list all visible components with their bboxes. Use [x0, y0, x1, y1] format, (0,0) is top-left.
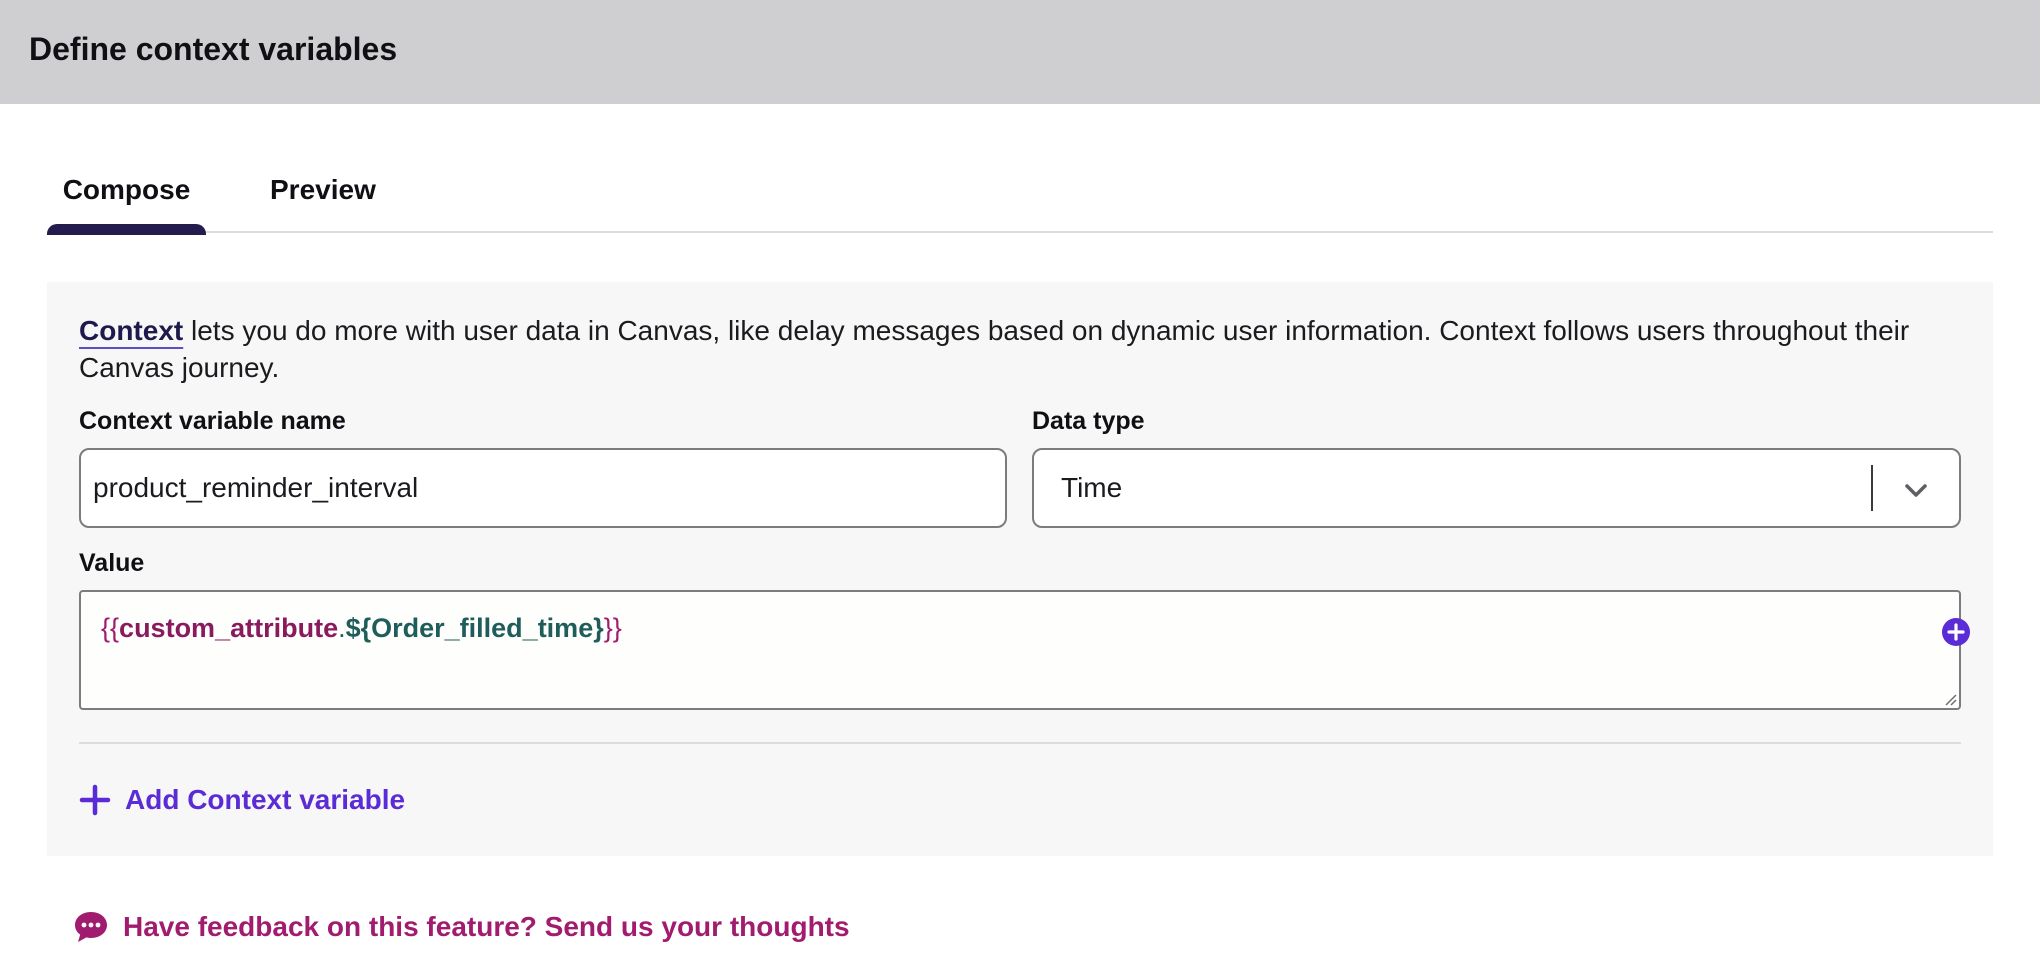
intro-body: lets you do more with user data in Canva…: [79, 315, 1910, 383]
value-code: {{custom_attribute.${Order_filled_time}}…: [101, 613, 622, 644]
feedback-link[interactable]: Have feedback on this feature? Send us y…: [73, 907, 850, 947]
tab-compose[interactable]: Compose: [47, 174, 206, 235]
chat-bubble-icon: [75, 912, 107, 942]
liquid-dot: .: [338, 613, 346, 643]
compose-panel: Context lets you do more with user data …: [47, 282, 1993, 856]
add-context-variable-label: Add Context variable: [125, 784, 406, 815]
page-header: Define context variables: [0, 0, 2040, 104]
resize-grip-icon[interactable]: [1941, 690, 1957, 706]
liquid-variable: ${Order_filled_time}: [345, 613, 604, 643]
liquid-close-braces: }}: [603, 613, 622, 643]
data-type-value: Time: [1061, 472, 1123, 503]
tab-bar: Compose Preview: [47, 160, 1993, 235]
add-context-variable-button[interactable]: Add Context variable: [79, 778, 405, 822]
data-type-label: Data type: [1032, 407, 1145, 435]
plus-circle-icon[interactable]: [1941, 617, 1971, 647]
value-textarea[interactable]: {{custom_attribute.${Order_filled_time}}…: [79, 590, 1970, 710]
liquid-attribute: custom_attribute: [119, 613, 339, 643]
tab-preview[interactable]: Preview: [270, 174, 376, 233]
liquid-open-braces: {{: [101, 613, 120, 643]
value-label: Value: [79, 549, 145, 577]
context-variable-name-label: Context variable name: [79, 407, 346, 435]
data-type-select[interactable]: Time: [1032, 448, 1961, 528]
active-tab-indicator: [47, 224, 206, 235]
section-divider: [79, 742, 1961, 744]
tab-compose-label: Compose: [62, 174, 191, 205]
select-divider: [1871, 465, 1873, 511]
tab-preview-label: Preview: [270, 174, 376, 205]
page-title: Define context variables: [29, 31, 398, 67]
context-variable-name-input[interactable]: [79, 448, 1007, 528]
chevron-down-icon[interactable]: [1901, 475, 1931, 505]
plus-icon: [79, 784, 111, 816]
feedback-label: Have feedback on this feature? Send us y…: [123, 911, 850, 942]
intro-text: Context lets you do more with user data …: [79, 312, 1969, 386]
context-link[interactable]: Context: [79, 315, 183, 346]
